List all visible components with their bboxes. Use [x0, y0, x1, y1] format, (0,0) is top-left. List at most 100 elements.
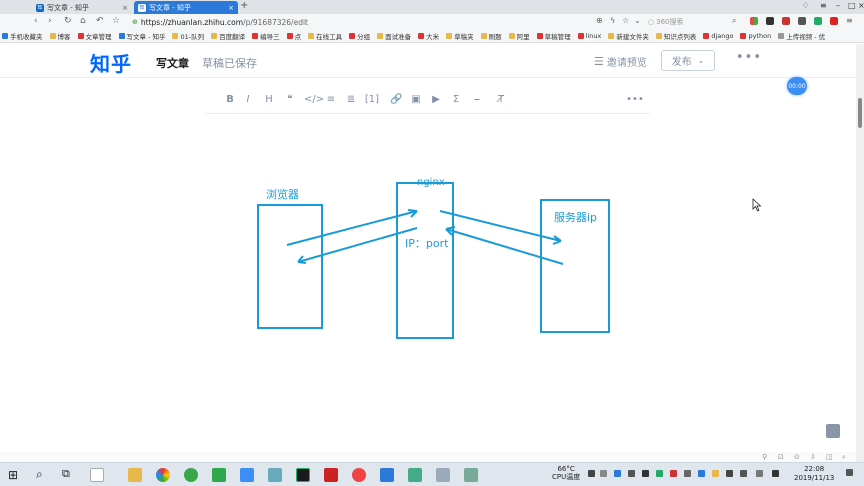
tray-icon[interactable]: [628, 470, 635, 477]
bookmark-item[interactable]: python: [740, 32, 771, 40]
search-icon[interactable]: ⌕: [36, 467, 43, 482]
search-box[interactable]: ◌ 360搜索: [648, 16, 738, 28]
ime-icon[interactable]: [756, 470, 763, 477]
tray-icon[interactable]: [670, 470, 677, 477]
heading-icon[interactable]: H: [263, 94, 275, 105]
bookmark-item[interactable]: 知识点列表: [655, 31, 696, 41]
bookmark-item[interactable]: 阿里: [508, 31, 530, 41]
code-icon[interactable]: </>: [304, 94, 324, 105]
search-icon[interactable]: ⌕: [732, 16, 736, 26]
tray-icon[interactable]: [656, 470, 663, 477]
browser-tab-2[interactable]: 知 写文章 - 知乎 ×: [134, 1, 238, 14]
refresh-icon[interactable]: ↻: [64, 16, 72, 26]
menu-icon[interactable]: ≡: [820, 1, 827, 10]
browser-menu-icon[interactable]: ≡: [846, 16, 853, 25]
extension-icon[interactable]: [782, 17, 790, 25]
publish-button[interactable]: 发布 ⌄: [661, 50, 715, 71]
scrollbar-thumb[interactable]: [858, 98, 862, 128]
ime-icon[interactable]: [772, 470, 779, 477]
undo-icon[interactable]: ↶: [96, 16, 104, 26]
close-tab-icon[interactable]: ×: [122, 4, 128, 12]
bookmark-item[interactable]: 刷题: [480, 31, 502, 41]
bookmark-item[interactable]: 分组: [349, 31, 370, 41]
system-clock[interactable]: 22:08 2019/11/13: [794, 465, 834, 483]
bookmark-item[interactable]: 写文章 - 知乎: [118, 31, 165, 41]
status-icon[interactable]: ⊡: [778, 453, 784, 461]
close-tab-icon[interactable]: ×: [228, 4, 234, 12]
360-browser-icon[interactable]: [184, 468, 198, 482]
extension-icon[interactable]: [814, 17, 822, 25]
italic-icon[interactable]: I: [242, 94, 254, 105]
tray-icon[interactable]: [684, 470, 691, 477]
extension-icon[interactable]: [798, 17, 806, 25]
recording-timer-badge[interactable]: 00:00: [787, 77, 807, 95]
tray-icon[interactable]: [698, 470, 705, 477]
app-icon[interactable]: [352, 468, 366, 482]
feedback-icon[interactable]: [826, 424, 840, 438]
bold-icon[interactable]: B: [224, 94, 236, 105]
bookmark-item[interactable]: django: [703, 32, 733, 40]
status-icon[interactable]: ◫: [826, 453, 833, 461]
more-icon[interactable]: •••: [625, 94, 645, 105]
status-icon[interactable]: ⌕: [842, 453, 846, 462]
video-icon[interactable]: ▶: [430, 94, 442, 105]
formula-icon[interactable]: Σ: [450, 94, 462, 105]
tray-icon[interactable]: [614, 470, 621, 477]
bookmark-item[interactable]: 手机收藏夹: [2, 31, 43, 41]
lightning-icon[interactable]: ϟ: [610, 16, 615, 25]
url-field[interactable]: ⊕ https://zhuanlan.zhihu.com /p/91687326…: [132, 16, 600, 28]
unordered-list-icon[interactable]: ≣: [345, 94, 357, 105]
image-icon[interactable]: ▣: [410, 94, 422, 105]
pycharm-icon[interactable]: [296, 468, 310, 482]
bookmark-item[interactable]: 新建文件夹: [608, 31, 649, 41]
bookmark-item[interactable]: 点: [286, 31, 301, 41]
app-icon[interactable]: [268, 468, 282, 482]
bookmark-item[interactable]: 编导三: [252, 31, 280, 41]
bookmark-item[interactable]: 01-队列: [172, 31, 204, 41]
new-tab-button[interactable]: +: [240, 0, 248, 11]
ordered-list-icon[interactable]: ≡: [325, 94, 337, 105]
more-options-icon[interactable]: •••: [736, 50, 762, 65]
notification-icon[interactable]: [846, 469, 853, 476]
maximize-icon[interactable]: □: [848, 1, 856, 10]
tray-icon[interactable]: [600, 470, 607, 477]
bookmark-item[interactable]: linux: [577, 32, 601, 40]
bookmark-item[interactable]: 大米: [418, 31, 439, 41]
wechat-icon[interactable]: [212, 468, 226, 482]
bookmark-item[interactable]: 文章管理: [77, 31, 112, 41]
zoom-icon[interactable]: ⊕: [596, 16, 603, 25]
app-icon[interactable]: [408, 468, 422, 482]
quote-icon[interactable]: ❝: [284, 94, 296, 105]
back-icon[interactable]: ‹: [34, 16, 38, 26]
star-icon[interactable]: ☆: [112, 16, 120, 26]
extension-icon[interactable]: [766, 17, 774, 25]
tray-icon[interactable]: [642, 470, 649, 477]
bookmark-item[interactable]: 在线工具: [308, 31, 342, 41]
bookmark-item[interactable]: 博客: [49, 31, 71, 41]
forward-icon[interactable]: ›: [48, 16, 52, 26]
shirt-icon[interactable]: ♢: [802, 1, 809, 10]
browser-tab-1[interactable]: 知 写文章 - 知乎 ×: [32, 1, 132, 14]
tray-icon[interactable]: [712, 470, 719, 477]
zhihu-logo[interactable]: 知乎: [90, 48, 132, 77]
file-explorer-icon[interactable]: [128, 468, 142, 482]
bookmark-item[interactable]: 草稿夹: [446, 31, 474, 41]
app-icon[interactable]: [380, 468, 394, 482]
status-icon[interactable]: ⊙: [794, 453, 800, 461]
task-view-icon[interactable]: ⧉: [62, 467, 70, 481]
bookmark-item[interactable]: 面试准备: [377, 31, 411, 41]
status-icon[interactable]: ⇩: [810, 453, 816, 461]
app-icon[interactable]: [436, 468, 450, 482]
close-window-icon[interactable]: ×: [858, 1, 864, 10]
volume-icon[interactable]: [740, 470, 747, 477]
minimize-icon[interactable]: –: [836, 1, 840, 10]
home-icon[interactable]: ⌂: [80, 16, 86, 26]
reference-icon[interactable]: [1]: [363, 94, 381, 105]
windows-start-icon[interactable]: ⊞: [8, 468, 18, 482]
dropdown-icon[interactable]: ⌄: [634, 16, 641, 25]
invite-preview-button[interactable]: ☰ 邀请预览: [594, 54, 647, 69]
clear-format-icon[interactable]: T̸: [495, 94, 507, 105]
chrome-icon[interactable]: [156, 468, 170, 482]
bookmark-star-icon[interactable]: ☆: [622, 16, 629, 25]
app-icon[interactable]: [324, 468, 338, 482]
